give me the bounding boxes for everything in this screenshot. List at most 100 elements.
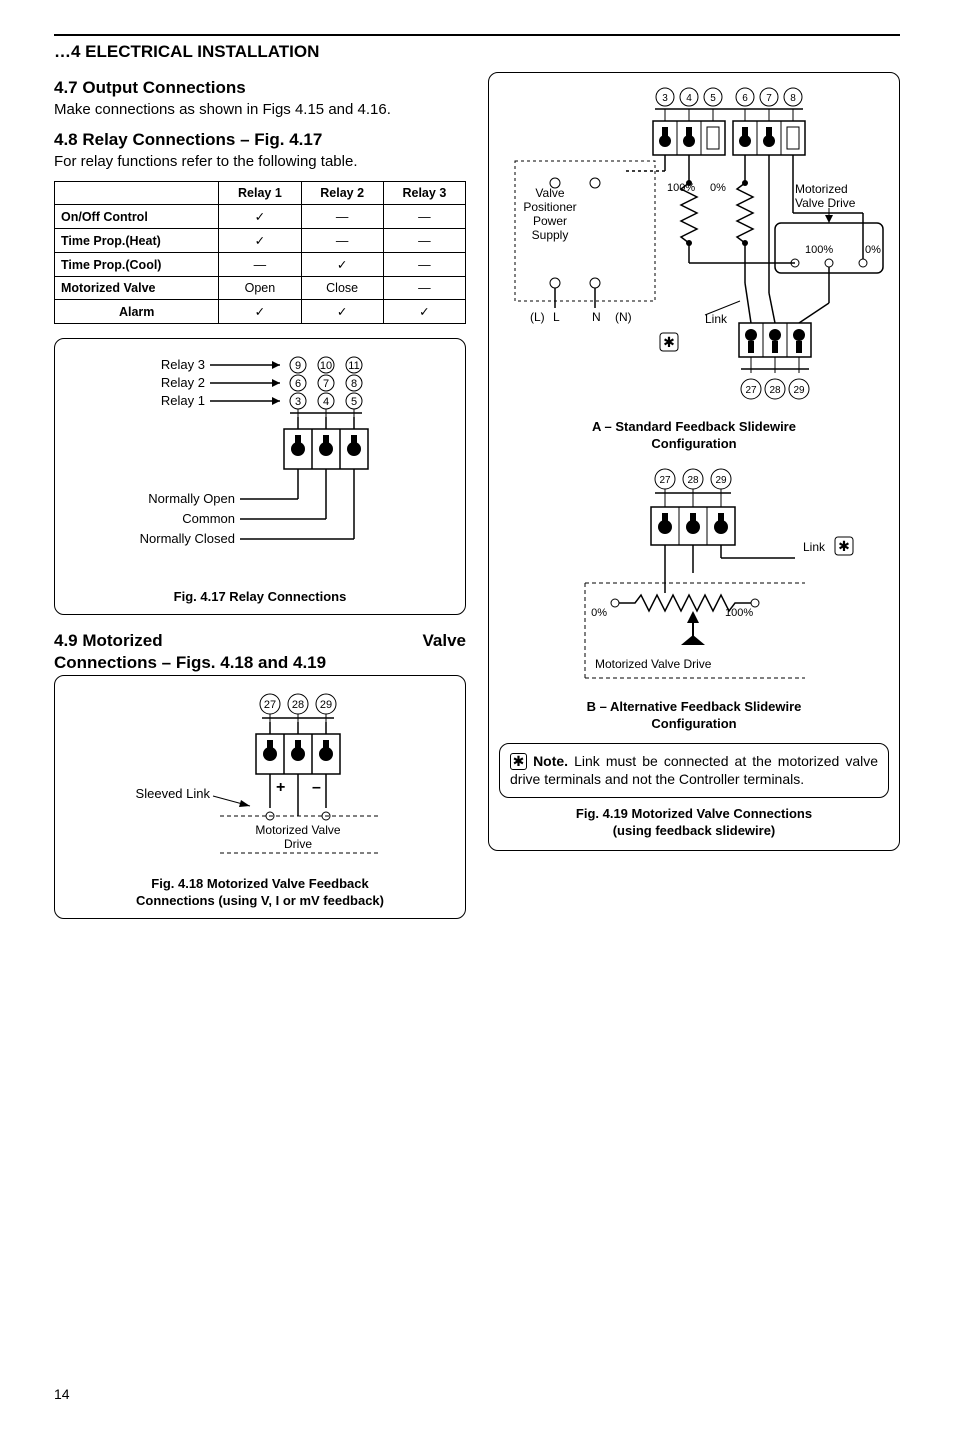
pin-numbers-bottom: 27 28 29 xyxy=(741,379,809,399)
label-N-paren: (N) xyxy=(615,310,632,324)
heading-4-9-left: 4.9 Motorized xyxy=(54,631,163,651)
table-header xyxy=(55,182,219,205)
slidewire-icon xyxy=(681,155,753,263)
svg-text:27: 27 xyxy=(659,475,671,486)
label-100pct-c: 100% xyxy=(725,607,753,619)
label-motorized: Motorized xyxy=(795,182,848,196)
svg-text:28: 28 xyxy=(292,699,304,711)
label-sleeved-link: Sleeved Link xyxy=(136,786,211,801)
label-drive: Drive xyxy=(284,837,312,851)
label-100pct-b: 100% xyxy=(805,244,833,256)
svg-text:8: 8 xyxy=(351,378,357,390)
svg-text:3: 3 xyxy=(295,396,301,408)
svg-text:7: 7 xyxy=(323,378,329,390)
label-normally-open: Normally Open xyxy=(148,491,235,506)
label-N: N xyxy=(592,310,601,324)
table-cell: Open xyxy=(219,277,301,300)
svg-text:9: 9 xyxy=(295,360,301,372)
svg-text:29: 29 xyxy=(715,475,727,486)
svg-text:8: 8 xyxy=(790,93,796,104)
figure-caption: Fig. 4.19 Motorized Valve Connections (u… xyxy=(495,806,893,840)
table-cell: ✓ xyxy=(301,300,383,324)
table-cell: — xyxy=(383,253,465,277)
table-cell: Time Prop.(Cool) xyxy=(55,253,219,277)
svg-text:29: 29 xyxy=(793,385,805,396)
label-L: L xyxy=(553,310,560,324)
label-100pct: 100% xyxy=(667,182,695,194)
label-valve-drive: Valve Drive xyxy=(795,196,856,210)
svg-text:7: 7 xyxy=(766,93,772,104)
terminal-block-icon xyxy=(653,121,805,155)
label-supply: Supply xyxy=(532,228,569,242)
terminal-block-icon xyxy=(739,323,811,357)
svg-text:28: 28 xyxy=(769,385,781,396)
figure-4-19: 3 4 5 6 7 8 xyxy=(488,72,900,851)
figure-4-18: 27 28 29 xyxy=(54,675,466,919)
table-cell: — xyxy=(219,253,301,277)
label-relay2: Relay 2 xyxy=(161,375,205,390)
text-4-8: For relay functions refer to the followi… xyxy=(54,152,466,172)
svg-text:28: 28 xyxy=(687,475,699,486)
relay-table: Relay 1 Relay 2 Relay 3 On/Off Control ✓… xyxy=(54,181,466,324)
svg-text:11: 11 xyxy=(348,360,359,372)
svg-text:6: 6 xyxy=(742,93,748,104)
svg-text:4: 4 xyxy=(323,396,329,408)
terminal-block-icon xyxy=(284,409,368,469)
heading-4-7: 4.7 Output Connections xyxy=(54,78,466,98)
svg-text:27: 27 xyxy=(745,385,757,396)
label-power: Power xyxy=(533,214,567,228)
table-header: Relay 2 xyxy=(301,182,383,205)
label-normally-closed: Normally Closed xyxy=(140,531,235,546)
table-cell: On/Off Control xyxy=(55,205,219,229)
terminal-block-icon xyxy=(256,722,340,774)
pin-numbers-top: 3 4 5 6 7 8 xyxy=(656,88,802,106)
heading-4-9-right: Valve xyxy=(423,631,467,651)
pin-numbers-b: 27 28 29 xyxy=(655,469,731,489)
table-cell: ✓ xyxy=(219,300,301,324)
note-label: Note. xyxy=(533,753,568,769)
svg-text:4: 4 xyxy=(686,93,692,104)
label-valve: Valve xyxy=(535,186,564,200)
label-relay1: Relay 1 xyxy=(161,393,205,408)
pin-numbers: 9 10 11 6 7 8 3 4 5 xyxy=(290,357,362,409)
svg-text:–: – xyxy=(312,779,321,796)
table-cell: — xyxy=(301,205,383,229)
table-cell: Alarm xyxy=(55,300,219,324)
svg-text:6: 6 xyxy=(295,378,301,390)
table-cell: — xyxy=(383,277,465,300)
svg-text:10: 10 xyxy=(320,360,332,372)
table-cell: ✓ xyxy=(383,300,465,324)
label-0pct-b: 0% xyxy=(865,244,881,256)
svg-text:3: 3 xyxy=(662,93,668,104)
table-cell: Motorized Valve xyxy=(55,277,219,300)
label-L-paren: (L) xyxy=(530,310,545,324)
caption-b: B – Alternative Feedback Slidewire Confi… xyxy=(495,699,893,733)
svg-text:27: 27 xyxy=(264,699,276,711)
table-cell: — xyxy=(383,205,465,229)
star-icon: ✱ xyxy=(510,753,527,770)
label-0pct-c: 0% xyxy=(591,607,607,619)
svg-text:✱: ✱ xyxy=(838,538,850,554)
section-header: …4 ELECTRICAL INSTALLATION xyxy=(54,42,900,62)
table-header: Relay 3 xyxy=(383,182,465,205)
text-4-7: Make connections as shown in Figs 4.15 a… xyxy=(54,100,466,120)
label-0pct: 0% xyxy=(710,182,726,194)
label-link-b: Link xyxy=(803,540,826,554)
table-cell: ✓ xyxy=(219,229,301,253)
caption-a: A – Standard Feedback Slidewire Configur… xyxy=(495,419,893,453)
table-cell: Close xyxy=(301,277,383,300)
table-cell: ✓ xyxy=(301,253,383,277)
svg-text:5: 5 xyxy=(351,396,357,408)
label-positioner: Positioner xyxy=(523,200,576,214)
figure-caption: Fig. 4.17 Relay Connections xyxy=(65,589,455,606)
table-header: Relay 1 xyxy=(219,182,301,205)
label-relay3: Relay 3 xyxy=(161,357,205,372)
terminal-block-icon xyxy=(651,497,735,545)
table-cell: — xyxy=(301,229,383,253)
table-cell: ✓ xyxy=(219,205,301,229)
label-motorized-valve: Motorized Valve xyxy=(255,823,340,837)
heading-4-9-sub: Connections – Figs. 4.18 and 4.19 xyxy=(54,653,466,673)
label-common: Common xyxy=(182,511,235,526)
heading-4-8: 4.8 Relay Connections – Fig. 4.17 xyxy=(54,130,466,150)
svg-text:5: 5 xyxy=(710,93,716,104)
